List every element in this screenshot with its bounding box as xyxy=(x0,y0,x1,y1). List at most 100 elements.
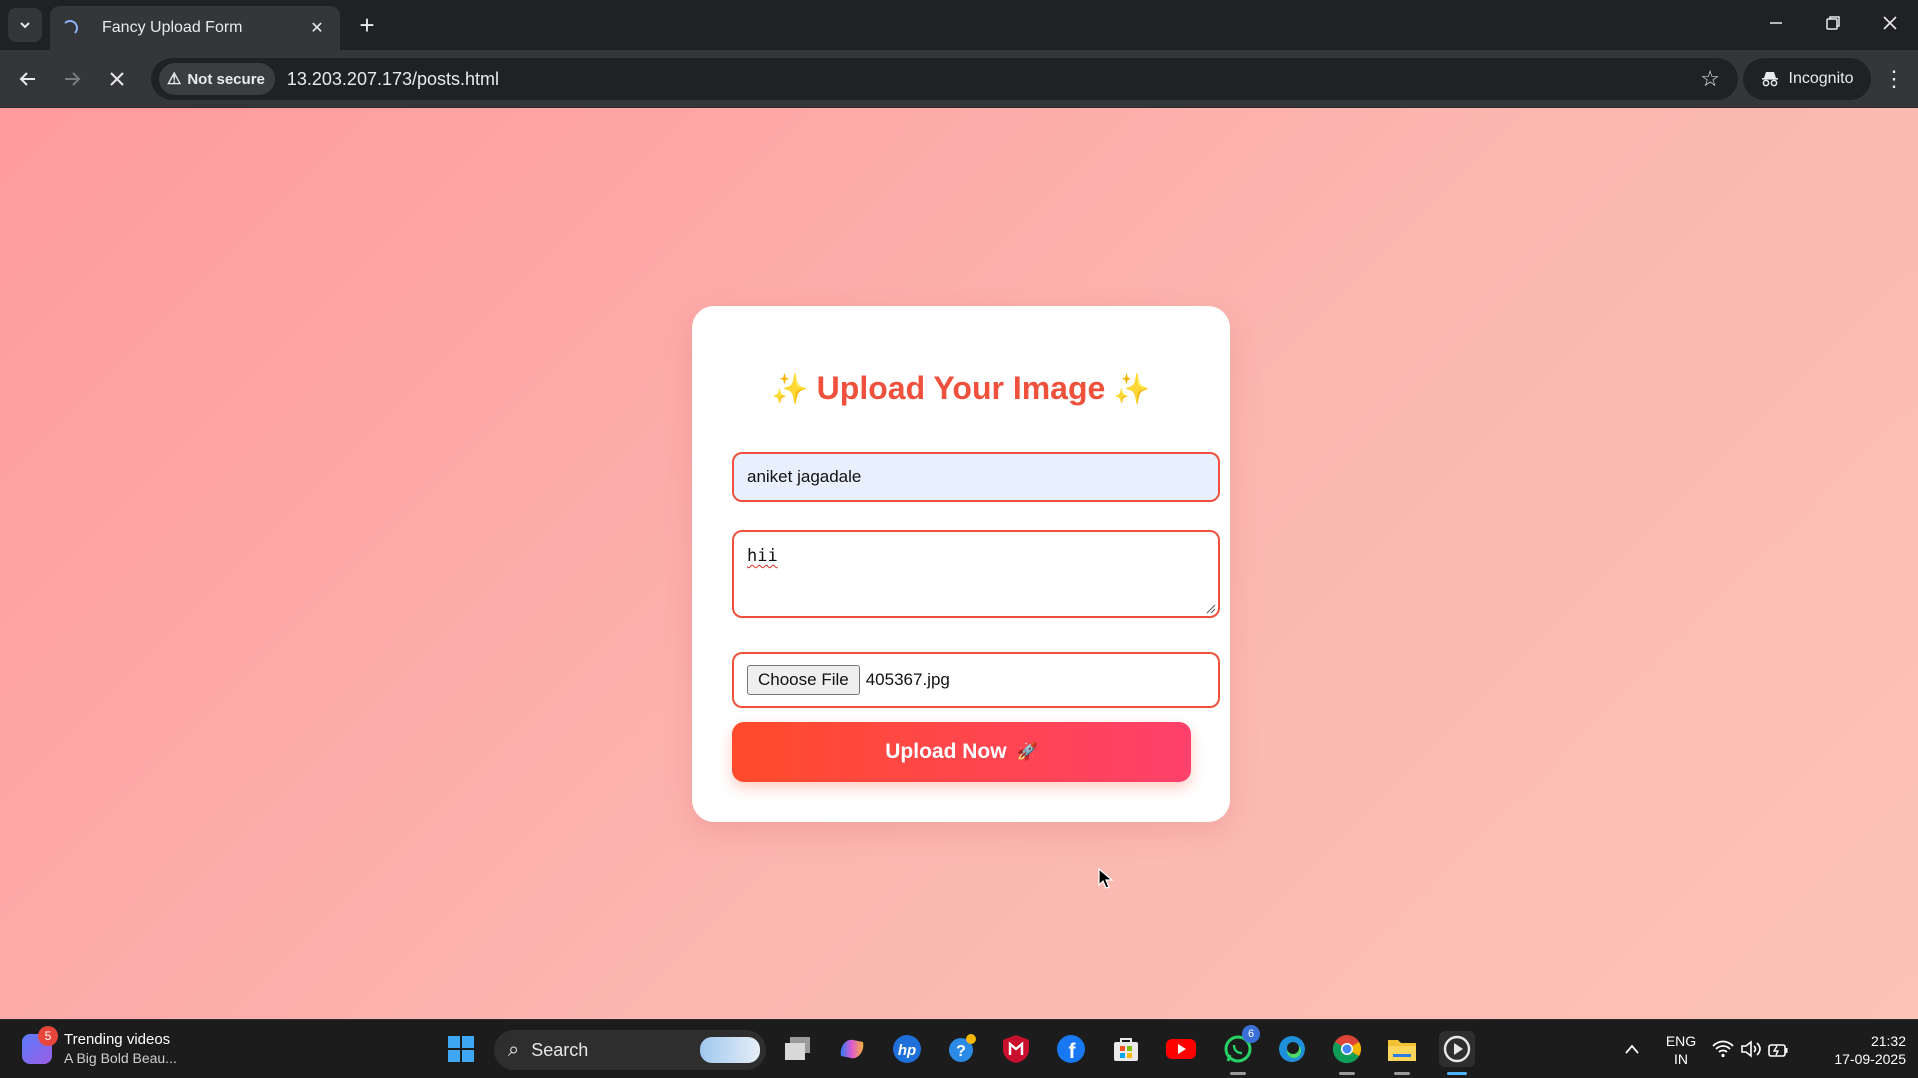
warning-icon: ⚠ xyxy=(167,71,182,88)
svg-text:hp: hp xyxy=(898,1042,916,1059)
store-icon xyxy=(1114,1038,1138,1061)
chrome-button[interactable] xyxy=(1329,1031,1365,1075)
message-textarea-value: hii xyxy=(747,546,778,566)
url-text[interactable]: 13.203.207.173/posts.html xyxy=(287,69,1700,90)
mouse-cursor-icon xyxy=(1098,868,1114,889)
youtube-button[interactable] xyxy=(1163,1031,1199,1067)
edge-icon xyxy=(1279,1036,1305,1062)
page-viewport: ✨ Upload Your Image ✨ aniket jagadale hii … xyxy=(0,108,1918,1019)
browser-menu-button[interactable]: ⋮ xyxy=(1878,63,1910,95)
upload-form-card: ✨ Upload Your Image ✨ aniket jagadale hii … xyxy=(692,306,1230,822)
file-input[interactable]: Choose File 405367.jpg xyxy=(732,652,1220,708)
microsoft-store-button[interactable] xyxy=(1108,1031,1144,1067)
window-close-button[interactable] xyxy=(1868,6,1912,40)
close-icon[interactable]: ✕ xyxy=(306,17,328,39)
quick-settings-button[interactable] xyxy=(1708,1031,1792,1067)
copilot-button[interactable] xyxy=(834,1031,870,1067)
copilot-icon xyxy=(840,1039,864,1059)
tab-list-button[interactable] xyxy=(8,8,42,42)
browser-toolbar: ⚠ Not secure 13.203.207.173/posts.html ☆… xyxy=(0,50,1918,108)
news-widget-icon: 5 xyxy=(22,1026,58,1064)
clock[interactable]: 21:32 17-09-2025 xyxy=(1810,1032,1906,1068)
facebook-icon: f xyxy=(1057,1035,1085,1063)
running-indicator xyxy=(1339,1072,1355,1075)
tab-title: Fancy Upload Form xyxy=(102,19,243,36)
upload-now-button[interactable]: Upload Now 🚀 xyxy=(732,722,1191,782)
news-badge: 5 xyxy=(38,1026,58,1046)
taskbar-search[interactable]: ⌕ Search xyxy=(494,1030,766,1070)
stop-loading-icon xyxy=(110,72,124,86)
windows-start-button[interactable] xyxy=(443,1031,479,1067)
sparkles-icon: ✨ xyxy=(1113,373,1151,406)
browser-tab[interactable]: Fancy Upload Form ✕ xyxy=(50,6,340,50)
whatsapp-button[interactable]: 6 xyxy=(1220,1025,1260,1075)
rocket-icon: 🚀 xyxy=(1016,742,1038,761)
clock-time: 21:32 xyxy=(1870,1033,1906,1049)
news-subtitle: A Big Bold Beau... xyxy=(64,1050,177,1066)
show-hidden-icons-button[interactable] xyxy=(1614,1031,1650,1067)
play-icon xyxy=(1443,1035,1471,1063)
star-icon[interactable]: ☆ xyxy=(1700,66,1720,92)
minimize-icon xyxy=(1770,22,1782,24)
facebook-button[interactable]: f xyxy=(1053,1031,1089,1067)
windows-start-icon xyxy=(448,1036,474,1062)
battery-icon xyxy=(1768,1044,1788,1057)
active-window-indicator xyxy=(1447,1072,1467,1075)
windows-taskbar: 5 Trending videos A Big Bold Beau... ⌕ S… xyxy=(0,1019,1918,1078)
message-textarea[interactable]: hii xyxy=(732,530,1220,618)
edge-button[interactable] xyxy=(1274,1031,1310,1067)
youtube-icon xyxy=(1166,1039,1196,1059)
security-indicator[interactable]: ⚠ Not secure xyxy=(159,63,275,95)
sparkles-icon: ✨ xyxy=(771,373,809,406)
folder-icon xyxy=(1388,1040,1416,1061)
news-widget[interactable]: 5 Trending videos A Big Bold Beau... xyxy=(22,1026,177,1068)
speaker-icon xyxy=(1741,1040,1761,1058)
incognito-label: Incognito xyxy=(1788,70,1854,87)
loading-spinner-icon xyxy=(62,20,78,36)
window-close-icon xyxy=(1883,16,1897,30)
task-view-button[interactable] xyxy=(780,1031,816,1067)
wifi-icon xyxy=(1712,1040,1734,1058)
svg-text:f: f xyxy=(1069,1040,1077,1063)
file-explorer-button[interactable] xyxy=(1384,1031,1420,1075)
chevron-up-icon xyxy=(1625,1044,1639,1054)
mcafee-shield-icon xyxy=(1003,1035,1029,1063)
choose-file-button[interactable]: Choose File xyxy=(747,665,860,695)
name-input[interactable]: aniket jagadale xyxy=(732,452,1220,502)
minimize-button[interactable] xyxy=(1754,6,1798,40)
forward-button[interactable] xyxy=(56,63,88,95)
incognito-indicator[interactable]: Incognito xyxy=(1743,58,1871,100)
svg-text:?: ? xyxy=(956,1043,966,1060)
address-bar[interactable]: ⚠ Not secure 13.203.207.173/posts.html ☆ xyxy=(151,58,1738,100)
upload-button-label: Upload Now xyxy=(885,740,1007,763)
mcafee-button[interactable] xyxy=(998,1031,1034,1067)
news-title: Trending videos xyxy=(64,1031,171,1048)
security-label: Not secure xyxy=(187,70,265,88)
help-icon: ? xyxy=(949,1034,976,1062)
running-indicator xyxy=(1394,1072,1410,1075)
more-menu-icon: ⋮ xyxy=(1883,66,1905,91)
form-title-text: Upload Your Image xyxy=(816,370,1106,406)
media-player-button[interactable] xyxy=(1439,1031,1475,1075)
hp-app-button[interactable]: hp xyxy=(889,1031,925,1067)
whatsapp-badge: 6 xyxy=(1242,1025,1260,1043)
chrome-icon xyxy=(1332,1035,1361,1064)
browser-tab-bar: Fancy Upload Form ✕ + xyxy=(0,0,1918,50)
search-icon: ⌕ xyxy=(508,1038,520,1061)
help-app-button[interactable]: ? xyxy=(944,1031,980,1067)
restore-icon xyxy=(1826,16,1840,30)
restore-button[interactable] xyxy=(1811,6,1855,40)
back-arrow-icon xyxy=(19,72,35,86)
name-input-value: aniket jagadale xyxy=(747,467,862,486)
task-view-icon xyxy=(785,1037,810,1060)
clock-date: 17-09-2025 xyxy=(1834,1051,1906,1067)
new-tab-button[interactable]: + xyxy=(352,10,382,40)
language-indicator[interactable]: ENG IN xyxy=(1660,1032,1702,1068)
resize-grip-icon[interactable] xyxy=(1204,602,1216,614)
back-button[interactable] xyxy=(12,63,44,95)
form-title: ✨ Upload Your Image ✨ xyxy=(692,370,1230,407)
hp-icon: hp xyxy=(893,1035,921,1063)
stop-loading-button[interactable] xyxy=(101,63,133,95)
taskbar-search-label: Search xyxy=(531,1039,589,1060)
chevron-down-icon xyxy=(20,22,30,29)
